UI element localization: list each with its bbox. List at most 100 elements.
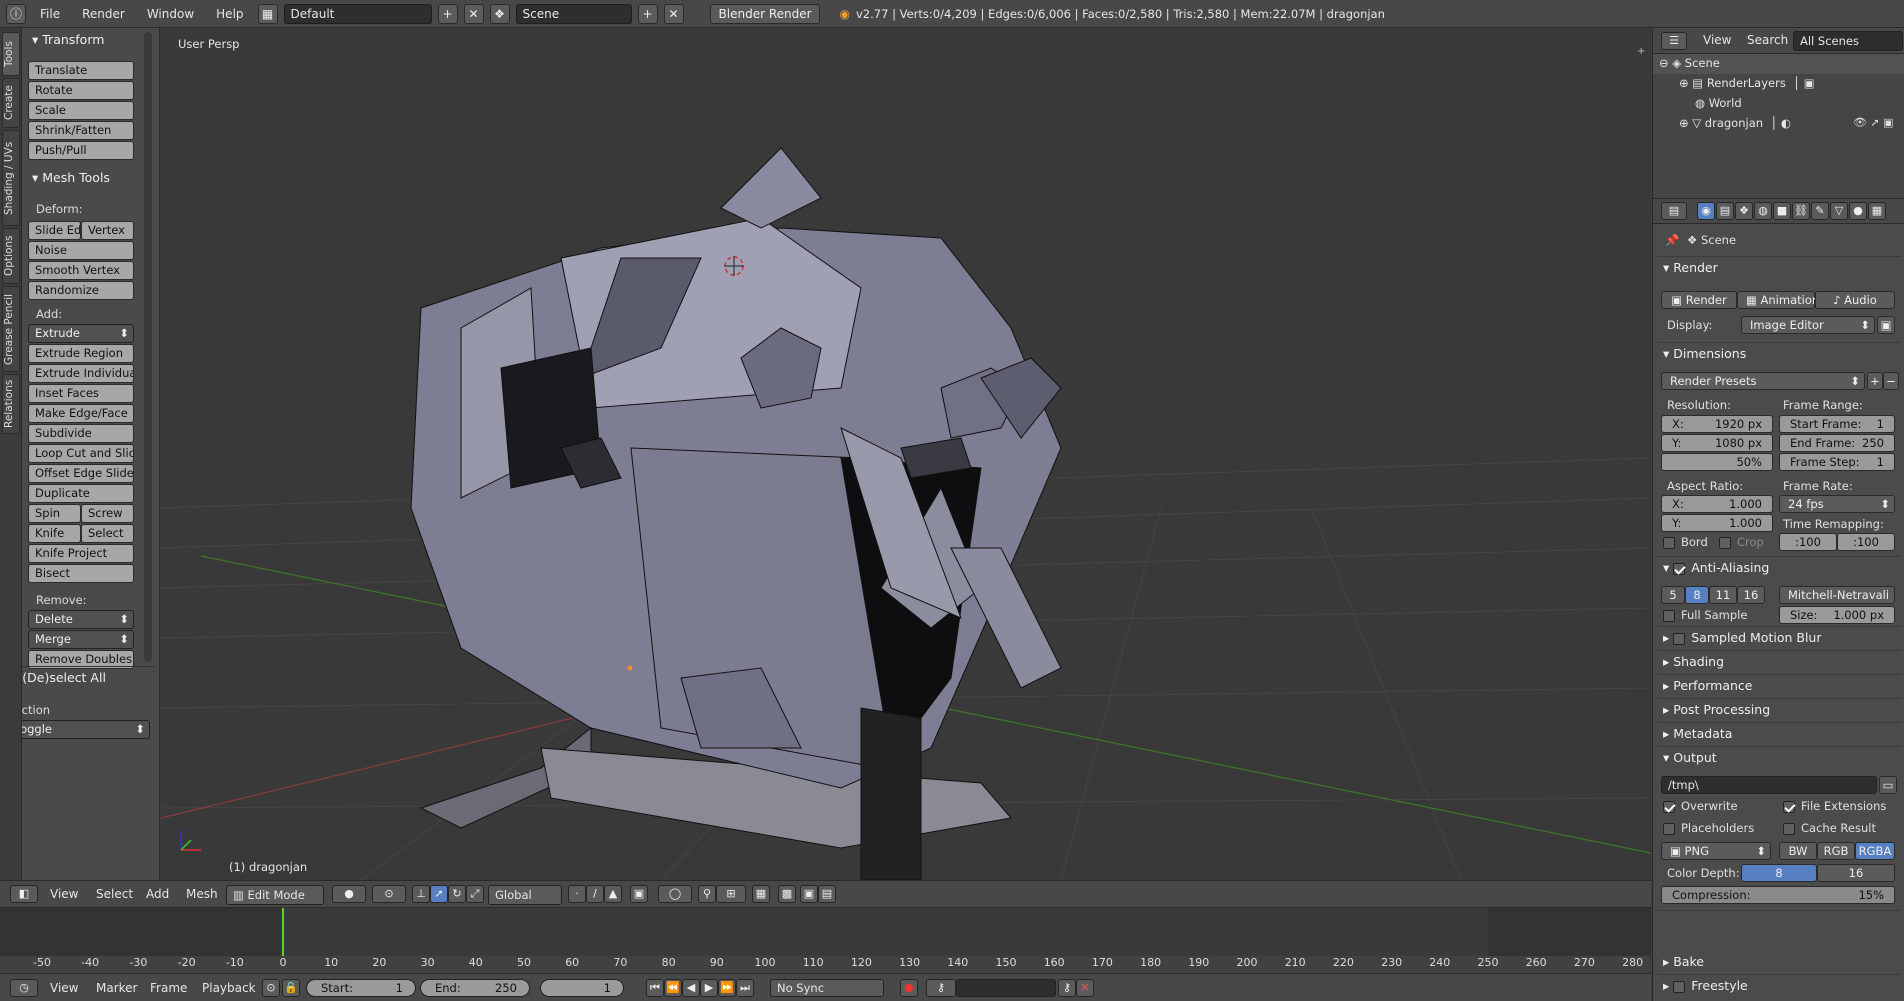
aa-samples-11[interactable]: 11 <box>1709 586 1737 604</box>
subdivide-button[interactable]: Subdivide <box>28 424 134 443</box>
end-frame-input[interactable]: End: 250 <box>420 979 530 997</box>
modifiers-icon[interactable]: ✎ <box>1811 202 1829 220</box>
bisect-button[interactable]: Bisect <box>28 564 134 583</box>
outliner-item-scene[interactable]: ⊖ ◈ Scene <box>1659 56 1720 70</box>
layout-icon[interactable]: ▦ <box>257 3 278 24</box>
material-icon[interactable]: ● <box>1849 202 1867 220</box>
add-menu[interactable]: Add <box>146 887 169 901</box>
constraints-icon[interactable]: ⛓ <box>1792 202 1810 220</box>
prev-keyframe-icon[interactable]: ⏪ <box>664 979 682 997</box>
lock-icon[interactable]: 🔒 <box>282 979 300 997</box>
overwrite-checkbox[interactable]: Overwrite <box>1663 799 1738 813</box>
screw-button[interactable]: Screw <box>81 504 134 523</box>
timeline-playback-menu[interactable]: Playback <box>202 981 256 995</box>
deselect-panel-title[interactable]: ▾ (De)select All <box>12 670 106 685</box>
edge-select-icon[interactable]: / <box>586 885 604 903</box>
tab-grease-pencil[interactable]: Grease Pencil <box>2 286 20 372</box>
color-depth-16-button[interactable]: 16 <box>1817 864 1895 882</box>
limit-selection-icon[interactable]: ▣ <box>630 885 648 903</box>
timeline-frame-menu[interactable]: Frame <box>150 981 187 995</box>
snap-element-icon[interactable]: ⊞ <box>716 885 746 903</box>
play-reverse-icon[interactable]: ◀ <box>682 979 700 997</box>
mesh-tools-panel-title[interactable]: ▾ Mesh Tools <box>32 170 110 185</box>
crop-checkbox[interactable]: Crop <box>1719 535 1764 549</box>
camera-icon[interactable]: ▣ <box>800 885 818 903</box>
tab-options[interactable]: Options <box>2 228 20 284</box>
next-keyframe-icon[interactable]: ⏩ <box>718 979 736 997</box>
pin-icon[interactable]: 📌 <box>1665 233 1679 247</box>
end-frame-field[interactable]: End Frame: 250 <box>1779 434 1895 452</box>
aa-samples-16[interactable]: 16 <box>1737 586 1765 604</box>
output-path-field[interactable]: /tmp\ <box>1661 776 1877 794</box>
duplicate-button[interactable]: Duplicate <box>28 484 134 503</box>
outliner-item-dragonjan[interactable]: ⊕ ▽ dragonjan │ ◐ <box>1679 116 1791 130</box>
face-select-icon[interactable]: ▲ <box>604 885 622 903</box>
dimensions-panel-header[interactable]: ▾ Dimensions <box>1663 346 1746 361</box>
start-frame-field[interactable]: Start Frame: 1 <box>1779 415 1895 433</box>
resolution-percentage-field[interactable]: 50% <box>1661 453 1773 471</box>
make-edge-face-button[interactable]: Make Edge/Face <box>28 404 134 423</box>
timeline-view-menu[interactable]: View <box>50 981 78 995</box>
display-window-icon[interactable]: ▣ <box>1877 316 1895 334</box>
border-checkbox[interactable]: Bord <box>1663 535 1708 549</box>
render-context-icon[interactable]: ◉ <box>1697 202 1715 220</box>
mode-select[interactable]: ▥ Edit Mode <box>226 885 324 905</box>
transform-orientation-select[interactable]: Global <box>488 885 562 905</box>
render-panel-header[interactable]: ▾ Render <box>1663 260 1718 275</box>
tab-create[interactable]: Create <box>2 78 20 128</box>
texture-icon[interactable]: ▦ <box>1868 202 1886 220</box>
keying-set-icon[interactable]: ⚷ <box>926 979 956 997</box>
performance-panel-header[interactable]: ▸ Performance <box>1663 678 1752 693</box>
noise-button[interactable]: Noise <box>28 241 134 260</box>
freestyle-panel-header[interactable]: ▸ Freestyle <box>1663 978 1748 993</box>
viewport-expand-icon[interactable]: + <box>1637 46 1645 57</box>
3d-viewport[interactable]: User Persp (1) dragonjan + <box>161 28 1651 880</box>
data-icon[interactable]: ▽ <box>1830 202 1848 220</box>
delete-keyframe-icon[interactable]: ✕ <box>1076 979 1094 997</box>
folder-icon[interactable]: ▭ <box>1879 776 1897 794</box>
randomize-button[interactable]: Randomize <box>28 281 134 300</box>
remove-scene-icon[interactable]: ✕ <box>663 3 684 24</box>
aa-samples-5[interactable]: 5 <box>1661 586 1685 604</box>
knife-project-button[interactable]: Knife Project <box>28 544 134 563</box>
merge-select[interactable]: Merge ⬍ <box>28 630 134 649</box>
remove-preset-icon[interactable]: − <box>1883 372 1899 390</box>
color-bw-button[interactable]: BW <box>1779 842 1817 860</box>
render-engine-select[interactable]: Blender Render <box>709 3 820 24</box>
outliner-search-menu[interactable]: Search <box>1747 33 1788 47</box>
properties-editor-icon[interactable]: ▤ <box>1661 202 1687 220</box>
full-sample-checkbox[interactable]: Full Sample <box>1663 608 1747 622</box>
smooth-vertex-button[interactable]: Smooth Vertex <box>28 261 134 280</box>
post-processing-panel-header[interactable]: ▸ Post Processing <box>1663 702 1770 717</box>
scene-context-icon[interactable]: ❖ <box>1735 202 1753 220</box>
push-pull-button[interactable]: Push/Pull <box>28 141 134 160</box>
extrude-region-button[interactable]: Extrude Region <box>28 344 134 363</box>
tool-shelf-scrollbar[interactable] <box>144 32 152 662</box>
outliner-view-menu[interactable]: View <box>1703 33 1731 47</box>
select-menu[interactable]: Select <box>96 887 133 901</box>
remap-old-field[interactable]: :100 <box>1779 533 1837 551</box>
scene-field[interactable]: Scene <box>515 3 632 24</box>
extrude-select[interactable]: Extrude ⬍ <box>28 324 134 343</box>
metadata-panel-header[interactable]: ▸ Metadata <box>1663 726 1732 741</box>
knife-button[interactable]: Knife <box>28 524 81 543</box>
snap-toggle-icon[interactable]: ⚲ <box>698 885 716 903</box>
rotate-button[interactable]: Rotate <box>28 81 134 100</box>
mesh-menu[interactable]: Mesh <box>186 887 218 901</box>
menu-render[interactable]: Render <box>74 7 133 21</box>
render-preview-icon[interactable]: ▦ <box>752 885 770 903</box>
timeline-editor-icon[interactable]: ◷ <box>10 979 38 997</box>
jump-end-icon[interactable]: ⏭ <box>736 979 754 997</box>
add-layout-icon[interactable]: + <box>437 3 458 24</box>
spin-button[interactable]: Spin <box>28 504 81 523</box>
info-editor-icon[interactable]: ⓘ <box>6 3 26 24</box>
slide-edge-button[interactable]: Slide Ed <box>28 221 81 240</box>
viewport-shading-icon[interactable]: ● <box>332 885 366 903</box>
scene-icon[interactable]: ❖ <box>489 3 510 24</box>
start-frame-input[interactable]: Start: 1 <box>306 979 416 997</box>
animation-render-icon[interactable]: ▤ <box>818 885 836 903</box>
color-depth-8-button[interactable]: 8 <box>1741 864 1817 882</box>
placeholders-checkbox[interactable]: Placeholders <box>1663 821 1754 835</box>
filter-size-field[interactable]: Size: 1.000 px <box>1779 606 1895 624</box>
record-icon[interactable]: ● <box>900 979 918 997</box>
